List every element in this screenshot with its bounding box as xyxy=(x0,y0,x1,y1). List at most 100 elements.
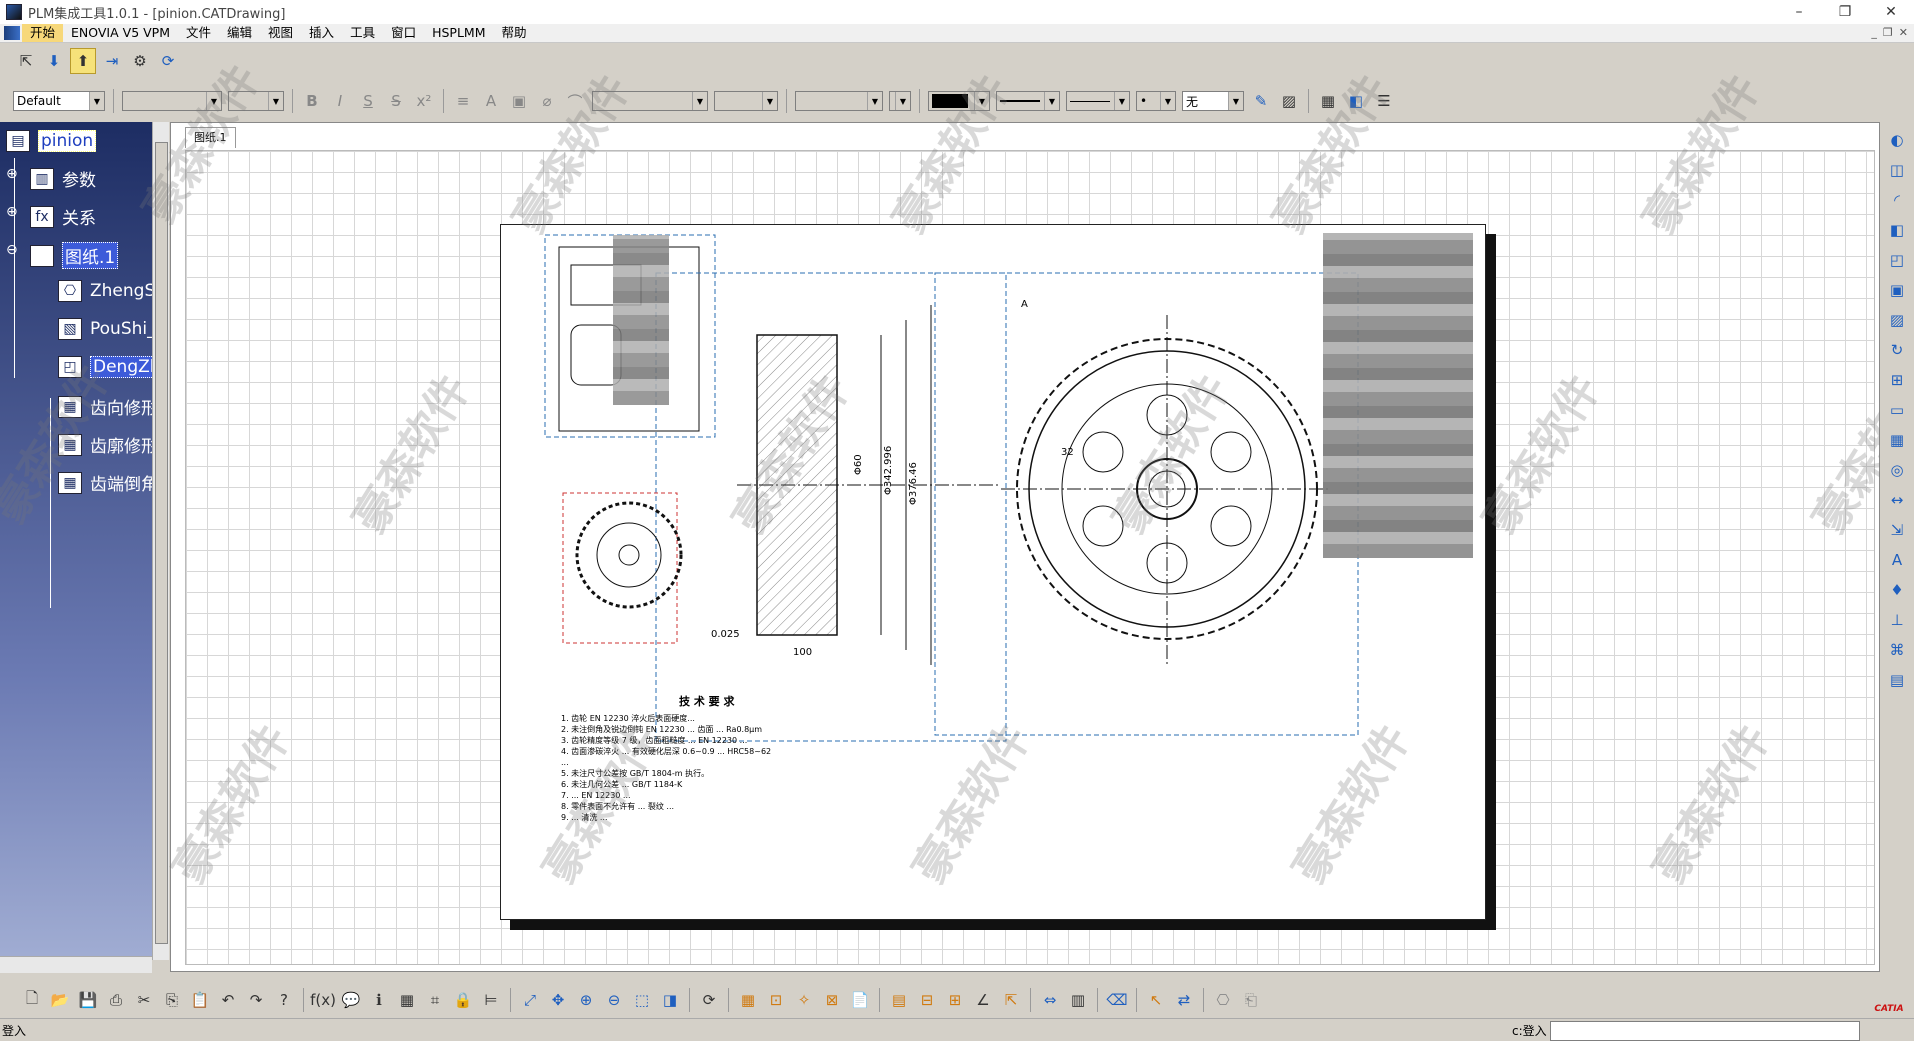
cut-icon[interactable]: ✂ xyxy=(132,988,156,1012)
arc-icon[interactable]: ◜ xyxy=(1885,188,1909,212)
select-arrow-icon[interactable]: ↖ xyxy=(1144,988,1168,1012)
menu-start[interactable]: 开始 xyxy=(22,24,64,42)
tree-table-chamfer[interactable]: ▦ 齿端倒角 xyxy=(58,470,158,495)
checkout-icon[interactable]: ⇱ xyxy=(14,49,38,73)
fill-select[interactable]: 无 ▼ xyxy=(1182,91,1244,111)
close-button[interactable]: ✕ xyxy=(1868,0,1914,24)
command-input[interactable] xyxy=(1550,1021,1860,1041)
tree-node-relations[interactable]: fx 关系 xyxy=(30,204,96,229)
align-icon[interactable]: ≡ xyxy=(451,89,475,113)
projection-icon[interactable]: ⊞ xyxy=(1885,368,1909,392)
image-icon[interactable]: ▤ xyxy=(1885,668,1909,692)
style-select[interactable]: Default ▼ xyxy=(13,91,105,111)
underline-icon[interactable]: S xyxy=(356,89,380,113)
mdi-minimize-button[interactable]: _ xyxy=(1871,24,1877,42)
tolerance-select[interactable]: ▼ xyxy=(714,91,778,111)
pan-icon[interactable]: ✥ xyxy=(546,988,570,1012)
tree-root[interactable]: ▤ pinion xyxy=(6,130,97,152)
strikethrough-icon[interactable]: S xyxy=(384,89,408,113)
document-view-icon[interactable]: 📄 xyxy=(848,988,872,1012)
format-select[interactable]: ▼ xyxy=(889,91,911,111)
layer-icon[interactable]: ▥ xyxy=(1066,988,1090,1012)
normal-view-icon[interactable]: ◨ xyxy=(658,988,682,1012)
rectangle-icon[interactable]: ▭ xyxy=(1885,398,1909,422)
frame-icon[interactable]: ▣ xyxy=(507,89,531,113)
graph-icon[interactable]: ⌗ xyxy=(423,988,447,1012)
zoom-out-icon[interactable]: ⊖ xyxy=(602,988,626,1012)
anchor-icon[interactable]: A xyxy=(479,89,503,113)
workbench-icon[interactable]: ⎔ xyxy=(1211,988,1235,1012)
zoom-in-icon[interactable]: ⊕ xyxy=(574,988,598,1012)
menu-window[interactable]: 窗口 xyxy=(383,24,424,42)
axis-icon[interactable]: ⊥ xyxy=(1885,608,1909,632)
export-icon[interactable]: ⇥ xyxy=(100,49,124,73)
tree-view-section[interactable]: ▧ PouShi_ xyxy=(58,318,156,340)
point-type-select[interactable]: • ▼ xyxy=(1136,91,1176,111)
menu-insert[interactable]: 插入 xyxy=(301,24,342,42)
collapse-minus-icon[interactable]: ⊖ xyxy=(6,242,18,258)
detail-view-icon[interactable]: ◰ xyxy=(1885,248,1909,272)
tree-view-front[interactable]: ⎔ ZhengS xyxy=(58,280,155,302)
scroll-thumb[interactable] xyxy=(155,142,168,944)
catia-menu-icon[interactable] xyxy=(4,26,20,40)
menu-help[interactable]: 帮助 xyxy=(494,24,535,42)
undo-icon[interactable]: ↶ xyxy=(216,988,240,1012)
menu-hsplmm[interactable]: HSPLMM xyxy=(424,24,493,42)
print-icon[interactable]: ⎙ xyxy=(104,988,128,1012)
save-icon[interactable]: 💾 xyxy=(76,988,100,1012)
line-type-select[interactable]: ▼ xyxy=(1066,91,1130,111)
restore-button[interactable]: ❐ xyxy=(1822,0,1868,24)
measure-icon[interactable]: ⊨ xyxy=(479,988,503,1012)
menu-file[interactable]: 文件 xyxy=(178,24,219,42)
analysis-icon[interactable]: ✧ xyxy=(792,988,816,1012)
download-icon[interactable]: ⬇ xyxy=(42,49,66,73)
dimension-system-icon[interactable]: ⊟ xyxy=(915,988,939,1012)
view-wizard-icon[interactable]: ▦ xyxy=(1885,428,1909,452)
eraser-icon[interactable]: ⌫ xyxy=(1105,988,1129,1012)
menu-edit[interactable]: 编辑 xyxy=(219,24,260,42)
angle-icon[interactable]: ∠ xyxy=(971,988,995,1012)
update-icon[interactable]: ⟳ xyxy=(697,988,721,1012)
filter-icon[interactable]: ⊞ xyxy=(943,988,967,1012)
bold-icon[interactable]: B xyxy=(300,89,324,113)
hatch-icon[interactable]: ▨ xyxy=(1277,89,1301,113)
clipping-icon[interactable]: ▣ xyxy=(1885,278,1909,302)
comment-icon[interactable]: 💬 xyxy=(339,988,363,1012)
position-icon[interactable]: ⇱ xyxy=(999,988,1023,1012)
knowledge-icon[interactable]: ℹ xyxy=(367,988,391,1012)
minimize-button[interactable]: – xyxy=(1776,0,1822,24)
table-icon[interactable]: ▦ xyxy=(395,988,419,1012)
open-folder-icon[interactable]: 📂 xyxy=(48,988,72,1012)
tree-node-parameters[interactable]: ▥ 参数 xyxy=(30,166,96,191)
menu-tools[interactable]: 工具 xyxy=(342,24,383,42)
snap-icon[interactable]: ⊡ xyxy=(764,988,788,1012)
superscript-icon[interactable]: x² xyxy=(412,89,436,113)
paint-icon[interactable]: ✎ xyxy=(1249,89,1273,113)
catalog-icon[interactable]: ⎗ xyxy=(1239,988,1263,1012)
mdi-close-button[interactable]: ✕ xyxy=(1899,24,1908,42)
redo-icon[interactable]: ↷ xyxy=(244,988,268,1012)
section-icon[interactable]: ◧ xyxy=(1885,218,1909,242)
expand-plus-icon[interactable]: ⊕ xyxy=(6,166,18,182)
tree-horizontal-scrollbar[interactable] xyxy=(0,956,152,973)
circle-tool-icon[interactable]: ◎ xyxy=(1885,458,1909,482)
fit-all-icon[interactable]: ⤢ xyxy=(518,988,542,1012)
tree-node-sheet[interactable]: 图纸.1 xyxy=(30,242,119,269)
settings-gear-icon[interactable]: ⚙ xyxy=(128,49,152,73)
new-view-icon[interactable]: ◐ xyxy=(1885,128,1909,152)
break-view-icon[interactable]: ▨ xyxy=(1885,308,1909,332)
italic-icon[interactable]: I xyxy=(328,89,352,113)
formula-icon[interactable]: f(x) xyxy=(310,988,336,1012)
grid-icon[interactable]: ▦ xyxy=(736,988,760,1012)
pattern-icon[interactable]: ⌘ xyxy=(1885,638,1909,662)
grid-display-icon[interactable]: ▤ xyxy=(887,988,911,1012)
text-icon[interactable]: A xyxy=(1885,548,1909,572)
swap-icon[interactable]: ⇄ xyxy=(1172,988,1196,1012)
menu-view[interactable]: 视图 xyxy=(260,24,301,42)
new-file-icon[interactable]: 🗋 xyxy=(20,988,44,1012)
precision-select[interactable]: ▼ xyxy=(795,91,883,111)
sheet-icon[interactable]: ◫ xyxy=(1885,158,1909,182)
copy-icon[interactable]: ⎘ xyxy=(160,988,184,1012)
expand-plus-icon[interactable]: ⊕ xyxy=(6,204,18,220)
zoom-area-icon[interactable]: ⬚ xyxy=(630,988,654,1012)
